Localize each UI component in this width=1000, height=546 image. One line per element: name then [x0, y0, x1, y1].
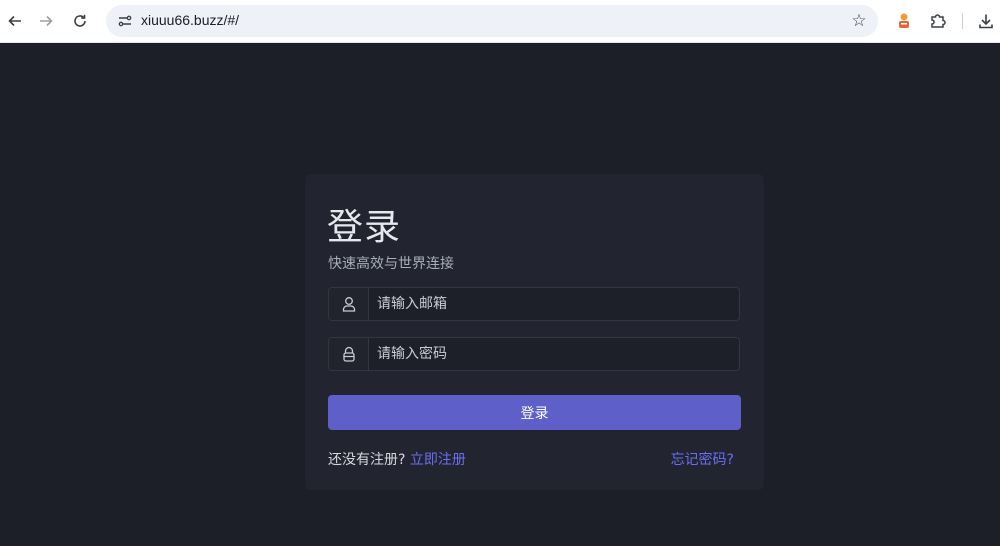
user-icon	[329, 288, 369, 320]
back-icon[interactable]	[3, 9, 27, 33]
email-input[interactable]	[377, 288, 727, 320]
login-card: 登录 快速高效与世界连接 登录 还没有注册?	[305, 174, 764, 490]
login-button[interactable]: 登录	[328, 395, 741, 430]
lock-icon	[329, 338, 369, 370]
url-text[interactable]: xiuuu66.buzz/#/	[141, 12, 239, 28]
bookmark-star-icon[interactable]: ☆	[848, 10, 870, 32]
address-bar[interactable]: xiuuu66.buzz/#/ ☆	[106, 5, 878, 37]
login-footer: 还没有注册? 立即注册 忘记密码?	[328, 449, 740, 469]
page-content: 登录 快速高效与世界连接 登录 还没有注册?	[0, 43, 1000, 546]
site-info-icon[interactable]	[114, 10, 136, 32]
toolbar-divider	[962, 13, 963, 29]
forgot-password-link[interactable]: 忘记密码?	[671, 449, 734, 469]
browser-toolbar: xiuuu66.buzz/#/ ☆	[0, 0, 1000, 43]
login-subtitle: 快速高效与世界连接	[328, 256, 454, 272]
extensions-puzzle-icon[interactable]	[926, 9, 950, 33]
extension-profile-icon[interactable]	[892, 9, 916, 33]
password-input[interactable]	[377, 338, 727, 370]
forward-icon[interactable]	[34, 9, 58, 33]
password-field	[328, 337, 740, 371]
reload-icon[interactable]	[68, 9, 92, 33]
login-title: 登录	[327, 207, 402, 248]
no-account-text: 还没有注册?	[328, 452, 406, 468]
email-field	[328, 287, 740, 321]
download-icon[interactable]	[974, 9, 998, 33]
register-link[interactable]: 立即注册	[410, 452, 466, 468]
